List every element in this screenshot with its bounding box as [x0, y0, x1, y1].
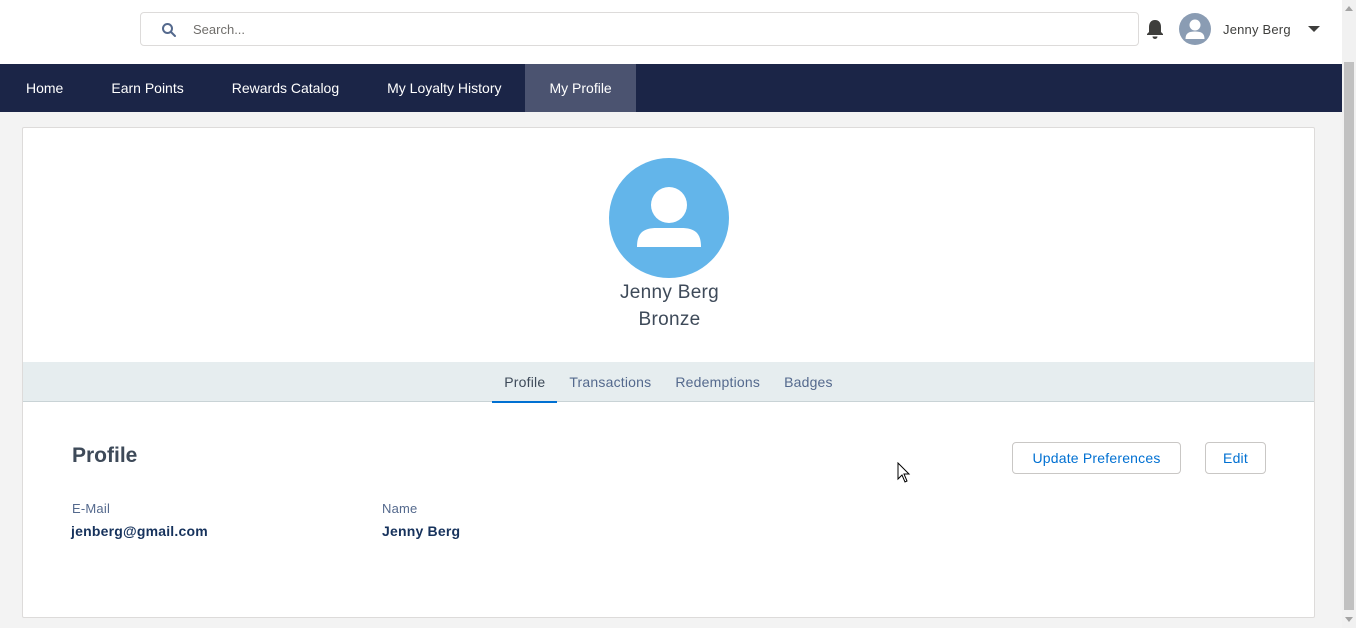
header: Search... Jenny Berg — [0, 0, 1342, 64]
chevron-down-icon[interactable] — [1308, 26, 1320, 32]
update-preferences-button[interactable]: Update Preferences — [1012, 442, 1181, 474]
profile-tabs: Profile Transactions Redemptions Badges — [23, 362, 1314, 403]
user-icon — [637, 187, 701, 247]
tab-badges[interactable]: Badges — [772, 362, 845, 402]
profile-name: Jenny Berg — [619, 282, 720, 303]
scroll-down-icon[interactable] — [1345, 617, 1353, 622]
tab-redemptions[interactable]: Redemptions — [663, 362, 772, 402]
user-menu-name[interactable]: Jenny Berg — [1223, 22, 1291, 37]
section-title: Profile — [72, 444, 138, 467]
nav-item-earn-points[interactable]: Earn Points — [87, 64, 207, 112]
tab-profile[interactable]: Profile — [492, 362, 558, 403]
profile-tier: Bronze — [638, 309, 701, 330]
search-box[interactable]: Search... — [140, 12, 1139, 46]
name-label: Name — [382, 501, 418, 516]
page-scrollbar[interactable] — [1342, 0, 1356, 628]
email-value: jenberg@gmail.com — [71, 523, 208, 539]
profile-card: Jenny Berg Bronze Profile Transactions R… — [22, 127, 1315, 618]
search-icon — [162, 23, 176, 37]
main-nav: Home Earn Points Rewards Catalog My Loya… — [0, 64, 1342, 112]
bell-icon[interactable] — [1144, 18, 1166, 40]
profile-avatar — [609, 158, 729, 278]
scroll-up-icon[interactable] — [1345, 6, 1353, 11]
email-label: E-Mail — [72, 501, 111, 516]
nav-item-my-loyalty-history[interactable]: My Loyalty History — [363, 64, 525, 112]
user-avatar[interactable] — [1179, 13, 1211, 45]
scrollbar-thumb[interactable] — [1344, 62, 1354, 610]
search-input[interactable]: Search... — [193, 22, 245, 37]
tab-transactions[interactable]: Transactions — [557, 362, 663, 402]
nav-item-rewards-catalog[interactable]: Rewards Catalog — [208, 64, 363, 112]
user-icon — [1185, 19, 1205, 39]
edit-button[interactable]: Edit — [1205, 442, 1266, 474]
nav-item-my-profile[interactable]: My Profile — [525, 64, 636, 112]
mouse-cursor-icon — [897, 462, 911, 483]
nav-item-home[interactable]: Home — [0, 64, 87, 112]
name-value: Jenny Berg — [382, 523, 461, 539]
